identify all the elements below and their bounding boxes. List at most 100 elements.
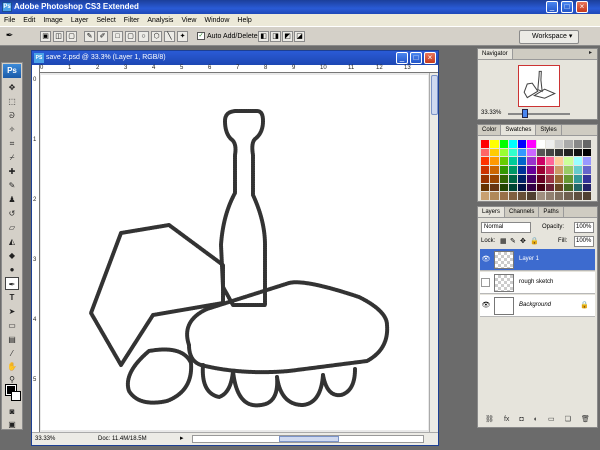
- color-swatch[interactable]: [490, 140, 499, 148]
- gradient-tool-icon[interactable]: ◭: [5, 235, 19, 248]
- tab-paths[interactable]: Paths: [539, 207, 564, 217]
- color-swatch[interactable]: [481, 157, 490, 166]
- color-swatch[interactable]: [536, 157, 545, 166]
- color-swatch[interactable]: [564, 183, 573, 192]
- color-swatch[interactable]: [573, 166, 582, 174]
- layer-row-layer-1[interactable]: 👁 Layer 1: [480, 249, 595, 271]
- menu-analysis[interactable]: Analysis: [147, 17, 173, 24]
- color-swatch[interactable]: [499, 157, 508, 166]
- vertical-scrollbar[interactable]: [429, 73, 438, 432]
- color-swatch[interactable]: [490, 183, 499, 192]
- color-swatch[interactable]: [545, 148, 554, 157]
- color-swatch[interactable]: [527, 166, 536, 174]
- custom-shape-icon[interactable]: ✦: [177, 31, 188, 42]
- shape-tool-icon[interactable]: ▭: [5, 319, 19, 332]
- color-swatch[interactable]: [536, 148, 545, 157]
- combine-subtract-icon[interactable]: ◨: [270, 31, 281, 42]
- trash-icon[interactable]: 🗑: [581, 413, 590, 426]
- paths-icon[interactable]: ◫: [53, 31, 64, 42]
- color-swatch[interactable]: [508, 174, 517, 183]
- color-swatch[interactable]: [545, 166, 554, 174]
- color-swatch[interactable]: [564, 192, 573, 200]
- layer-row-background[interactable]: 👁 Background 🔒: [480, 295, 595, 317]
- fx-icon[interactable]: fx: [504, 413, 509, 426]
- color-swatch[interactable]: [555, 192, 564, 200]
- color-swatch[interactable]: [573, 157, 582, 166]
- layer-row-rough-sketch[interactable]: rough sketch: [480, 272, 595, 294]
- maximize-button[interactable]: □: [561, 1, 573, 13]
- shape-layers-icon[interactable]: ▣: [40, 31, 51, 42]
- color-swatch[interactable]: [582, 192, 591, 200]
- navigator-slider-knob[interactable]: [522, 109, 528, 118]
- color-swatch[interactable]: [582, 166, 591, 174]
- color-swatch[interactable]: [536, 183, 545, 192]
- ellipse-icon[interactable]: ○: [138, 31, 149, 42]
- eye-icon[interactable]: 👁: [481, 255, 491, 265]
- marquee-tool-icon[interactable]: ⬚: [5, 95, 19, 108]
- notes-tool-icon[interactable]: ▤: [5, 333, 19, 346]
- quick-mask-icon[interactable]: ◙: [5, 405, 19, 418]
- color-swatch[interactable]: [481, 192, 490, 200]
- canvas[interactable]: [41, 75, 428, 430]
- blur-tool-icon[interactable]: ◆: [5, 249, 19, 262]
- color-swatch[interactable]: [564, 157, 573, 166]
- combine-intersect-icon[interactable]: ◩: [282, 31, 293, 42]
- color-swatch[interactable]: [481, 140, 490, 148]
- color-swatch[interactable]: [545, 183, 554, 192]
- document-title-bar[interactable]: PS save 2.psd @ 33.3% (Layer 1, RGB/8): [32, 51, 438, 65]
- combine-add-icon[interactable]: ◧: [258, 31, 269, 42]
- lock-position-icon[interactable]: ✥: [520, 237, 526, 245]
- tab-styles[interactable]: Styles: [536, 125, 562, 135]
- color-swatch[interactable]: [490, 166, 499, 174]
- color-swatch[interactable]: [499, 148, 508, 157]
- auto-add-delete-checkbox[interactable]: ✓: [197, 32, 205, 40]
- eyedropper-tool-icon[interactable]: ⌿: [5, 151, 19, 164]
- menu-help[interactable]: Help: [237, 17, 251, 24]
- color-swatch[interactable]: [499, 166, 508, 174]
- lock-image-icon[interactable]: ✎: [510, 237, 516, 245]
- group-icon[interactable]: ▭: [548, 413, 555, 426]
- zoom-level[interactable]: 33.33%: [35, 433, 55, 445]
- eye-icon[interactable]: 👁: [481, 301, 491, 311]
- color-swatch[interactable]: [508, 192, 517, 200]
- opacity-input[interactable]: 100%: [574, 222, 594, 233]
- panel-collapse-icon[interactable]: ▸: [589, 49, 592, 56]
- doc-maximize-button[interactable]: □: [410, 52, 422, 64]
- color-swatch[interactable]: [582, 148, 591, 157]
- doc-close-button[interactable]: ×: [424, 52, 436, 64]
- lock-all-icon[interactable]: 🔒: [530, 237, 539, 245]
- horizontal-scrollbar[interactable]: [192, 435, 424, 443]
- eyedropper-sample-tool-icon[interactable]: ⁄: [5, 347, 19, 360]
- tab-color[interactable]: Color: [478, 125, 502, 135]
- menu-file[interactable]: File: [4, 17, 15, 24]
- menu-window[interactable]: Window: [204, 17, 229, 24]
- line-icon[interactable]: ╲: [164, 31, 175, 42]
- freeform-pen-icon[interactable]: ✐: [97, 31, 108, 42]
- color-swatch[interactable]: [518, 148, 527, 157]
- pen-tool-icon[interactable]: ✒: [5, 277, 19, 290]
- color-swatch[interactable]: [481, 166, 490, 174]
- color-swatch[interactable]: [582, 174, 591, 183]
- color-swatch[interactable]: [573, 140, 582, 148]
- color-swatch[interactable]: [555, 140, 564, 148]
- navigator-zoom-value[interactable]: 33.33%: [481, 110, 501, 116]
- color-swatch[interactable]: [545, 192, 554, 200]
- color-swatch[interactable]: [573, 174, 582, 183]
- navigator-zoom-slider[interactable]: [508, 113, 570, 115]
- color-swatch[interactable]: [582, 140, 591, 148]
- menu-image[interactable]: Image: [43, 17, 62, 24]
- vertical-ruler[interactable]: 0 1 2 3 4 5: [32, 65, 40, 432]
- color-swatch[interactable]: [527, 140, 536, 148]
- menu-select[interactable]: Select: [96, 17, 115, 24]
- healing-brush-tool-icon[interactable]: ✚: [5, 165, 19, 178]
- color-swatch[interactable]: [536, 192, 545, 200]
- vertical-scrollbar-thumb[interactable]: [431, 75, 438, 115]
- close-button[interactable]: ×: [576, 1, 588, 13]
- color-swatch[interactable]: [481, 174, 490, 183]
- history-brush-tool-icon[interactable]: ↺: [5, 207, 19, 220]
- rounded-rectangle-icon[interactable]: ▢: [125, 31, 136, 42]
- pen-tool-preset-icon[interactable]: ✒: [4, 31, 15, 42]
- color-swatch[interactable]: [490, 174, 499, 183]
- color-swatch[interactable]: [527, 174, 536, 183]
- color-swatch[interactable]: [555, 157, 564, 166]
